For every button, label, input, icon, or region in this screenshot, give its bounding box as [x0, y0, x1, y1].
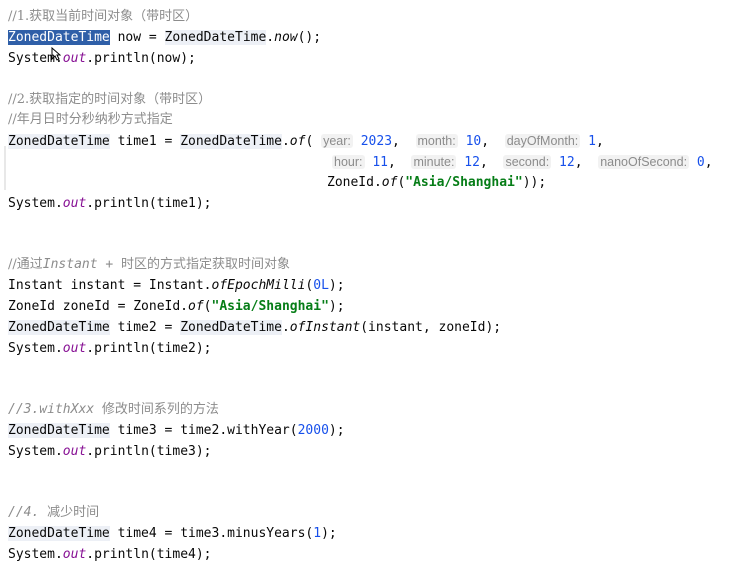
number-literal: 0L — [313, 278, 329, 293]
code-text: ); — [328, 278, 345, 293]
code-text: (instant, zoneId); — [360, 320, 502, 335]
param-hint: month: — [415, 134, 458, 148]
code-text: time1 = — [109, 134, 181, 149]
comment-text: //2.获取指定的时间对象（带时区） — [8, 92, 212, 107]
gutter-marker — [4, 146, 6, 190]
method-name[interactable]: of — [188, 299, 204, 314]
code-text: System. — [8, 51, 63, 66]
code-text: ZoneId. — [327, 175, 382, 190]
code-line[interactable]: ZonedDateTime time2 = ZonedDateTime.ofIn… — [8, 318, 501, 338]
number-literal: 10 — [465, 134, 482, 149]
code-text: .println(now); — [86, 51, 196, 66]
class-name[interactable]: ZonedDateTime — [8, 320, 110, 335]
class-name[interactable]: ZonedDateTime — [8, 134, 110, 149]
method-name[interactable]: ofEpochMilli — [212, 278, 306, 293]
param-hint: nanoOfSecond: — [598, 155, 690, 169]
code-line[interactable]: ZoneId zoneId = ZoneId.of("Asia/Shanghai… — [8, 297, 345, 317]
code-text: ( — [305, 134, 322, 149]
class-name[interactable]: ZonedDateTime — [164, 30, 267, 45]
param-hint: hour: — [332, 155, 365, 169]
comment-text: 修改时间系列的方法 — [101, 402, 219, 417]
param-hint: dayOfMonth: — [504, 134, 581, 148]
method-name[interactable]: of — [382, 175, 398, 190]
number-literal: 11 — [372, 155, 388, 170]
code-line[interactable]: hour: 11, minute: 12, second: 12, nanoOf… — [332, 152, 713, 172]
code-text: System. — [8, 341, 63, 356]
code-text: Instant instant = Instant. — [8, 278, 212, 293]
comment-text: Instant + — [42, 257, 122, 272]
code-text: .println(time2); — [86, 341, 212, 356]
code-text: (); — [297, 30, 322, 45]
code-line[interactable]: ZonedDateTime time1 = ZonedDateTime.of( … — [8, 131, 604, 151]
field-name[interactable]: out — [63, 341, 86, 356]
code-text: time4 = time3.minusYears( — [109, 526, 314, 541]
code-text: . — [281, 134, 290, 149]
number-literal: 2000 — [297, 423, 329, 438]
comment-line: //通过Instant + 时区的方式指定获取时间对象 — [8, 255, 290, 275]
comment-line: //3.withXxx 修改时间系列的方法 — [8, 400, 219, 420]
number-literal: 2023 — [360, 134, 393, 149]
code-text: time3 = time2.withYear( — [109, 423, 298, 438]
param-hint: year: — [321, 134, 353, 148]
comment-line: //4. 减少时间 — [8, 503, 99, 523]
field-name[interactable]: out — [63, 196, 86, 211]
code-text: ); — [328, 299, 345, 314]
class-name[interactable]: ZonedDateTime — [8, 423, 110, 438]
code-text: .println(time1); — [86, 196, 212, 211]
class-name[interactable]: ZonedDateTime — [8, 526, 110, 541]
class-name[interactable]: ZonedDateTime — [180, 320, 282, 335]
code-text: System. — [8, 547, 63, 562]
code-text: System. — [8, 444, 63, 459]
comment-text: //通过 — [8, 257, 43, 272]
code-text: ); — [321, 526, 337, 541]
code-line[interactable]: System.out.println(time2); — [8, 339, 212, 359]
number-literal: 1 — [588, 134, 596, 149]
number-literal: 1 — [313, 526, 322, 541]
string-literal: "Asia/Shanghai" — [405, 175, 523, 190]
number-literal: 12 — [464, 155, 480, 170]
field-name[interactable]: out — [63, 444, 86, 459]
code-text: .println(time3); — [86, 444, 212, 459]
param-hint: second: — [503, 155, 552, 169]
string-literal: "Asia/Shanghai" — [211, 299, 329, 314]
code-line[interactable]: System.out.println(time3); — [8, 442, 212, 462]
method-name[interactable]: ofInstant — [290, 320, 360, 335]
method-name[interactable]: now — [274, 30, 297, 45]
number-literal: 12 — [559, 155, 575, 170]
code-text: )); — [522, 175, 547, 190]
comment-text: //年月日时分秒纳秒方式指定 — [8, 112, 173, 127]
selected-class-name[interactable]: ZonedDateTime — [8, 30, 110, 45]
code-text: . — [281, 320, 290, 335]
number-literal: 0 — [696, 155, 705, 170]
code-line[interactable]: Instant instant = Instant.ofEpochMilli(0… — [8, 276, 345, 296]
comment-line: //2.获取指定的时间对象（带时区） — [8, 90, 211, 110]
code-text: System. — [8, 196, 63, 211]
comment-text: 时区的方式指定获取时间对象 — [121, 257, 291, 272]
code-text: ); — [328, 423, 345, 438]
code-text: now = — [109, 30, 165, 45]
code-line[interactable]: ZonedDateTime time3 = time2.withYear(200… — [8, 421, 345, 441]
comment-text: 减少时间 — [47, 505, 100, 520]
comment-text: //1.获取当前时间对象（带时区） — [8, 9, 199, 24]
field-name[interactable]: out — [63, 547, 86, 562]
code-line[interactable]: System.out.println(time4); — [8, 545, 212, 565]
comment-line: //1.获取当前时间对象（带时区） — [8, 7, 198, 27]
code-line[interactable]: ZonedDateTime now = ZonedDateTime.now(); — [8, 28, 321, 48]
code-line[interactable]: ZoneId.of("Asia/Shanghai")); — [327, 173, 546, 193]
code-line[interactable]: ZonedDateTime time4 = time3.minusYears(1… — [8, 524, 337, 544]
method-name[interactable]: of — [290, 134, 306, 149]
class-name[interactable]: ZonedDateTime — [180, 134, 282, 149]
code-text: . — [266, 30, 275, 45]
code-text: .println(time4); — [86, 547, 212, 562]
code-text: ( — [203, 299, 212, 314]
comment-line: //年月日时分秒纳秒方式指定 — [8, 110, 173, 130]
param-hint: minute: — [411, 155, 457, 169]
code-line[interactable]: System.out.println(now); — [8, 49, 196, 69]
code-line[interactable]: System.out.println(time1); — [8, 194, 212, 214]
code-text: ZoneId zoneId = ZoneId. — [8, 299, 189, 314]
field-name[interactable]: out — [63, 51, 86, 66]
comment-text: //4. — [8, 505, 48, 520]
code-text: time2 = — [109, 320, 181, 335]
comment-text: //3.withXxx — [8, 402, 102, 417]
